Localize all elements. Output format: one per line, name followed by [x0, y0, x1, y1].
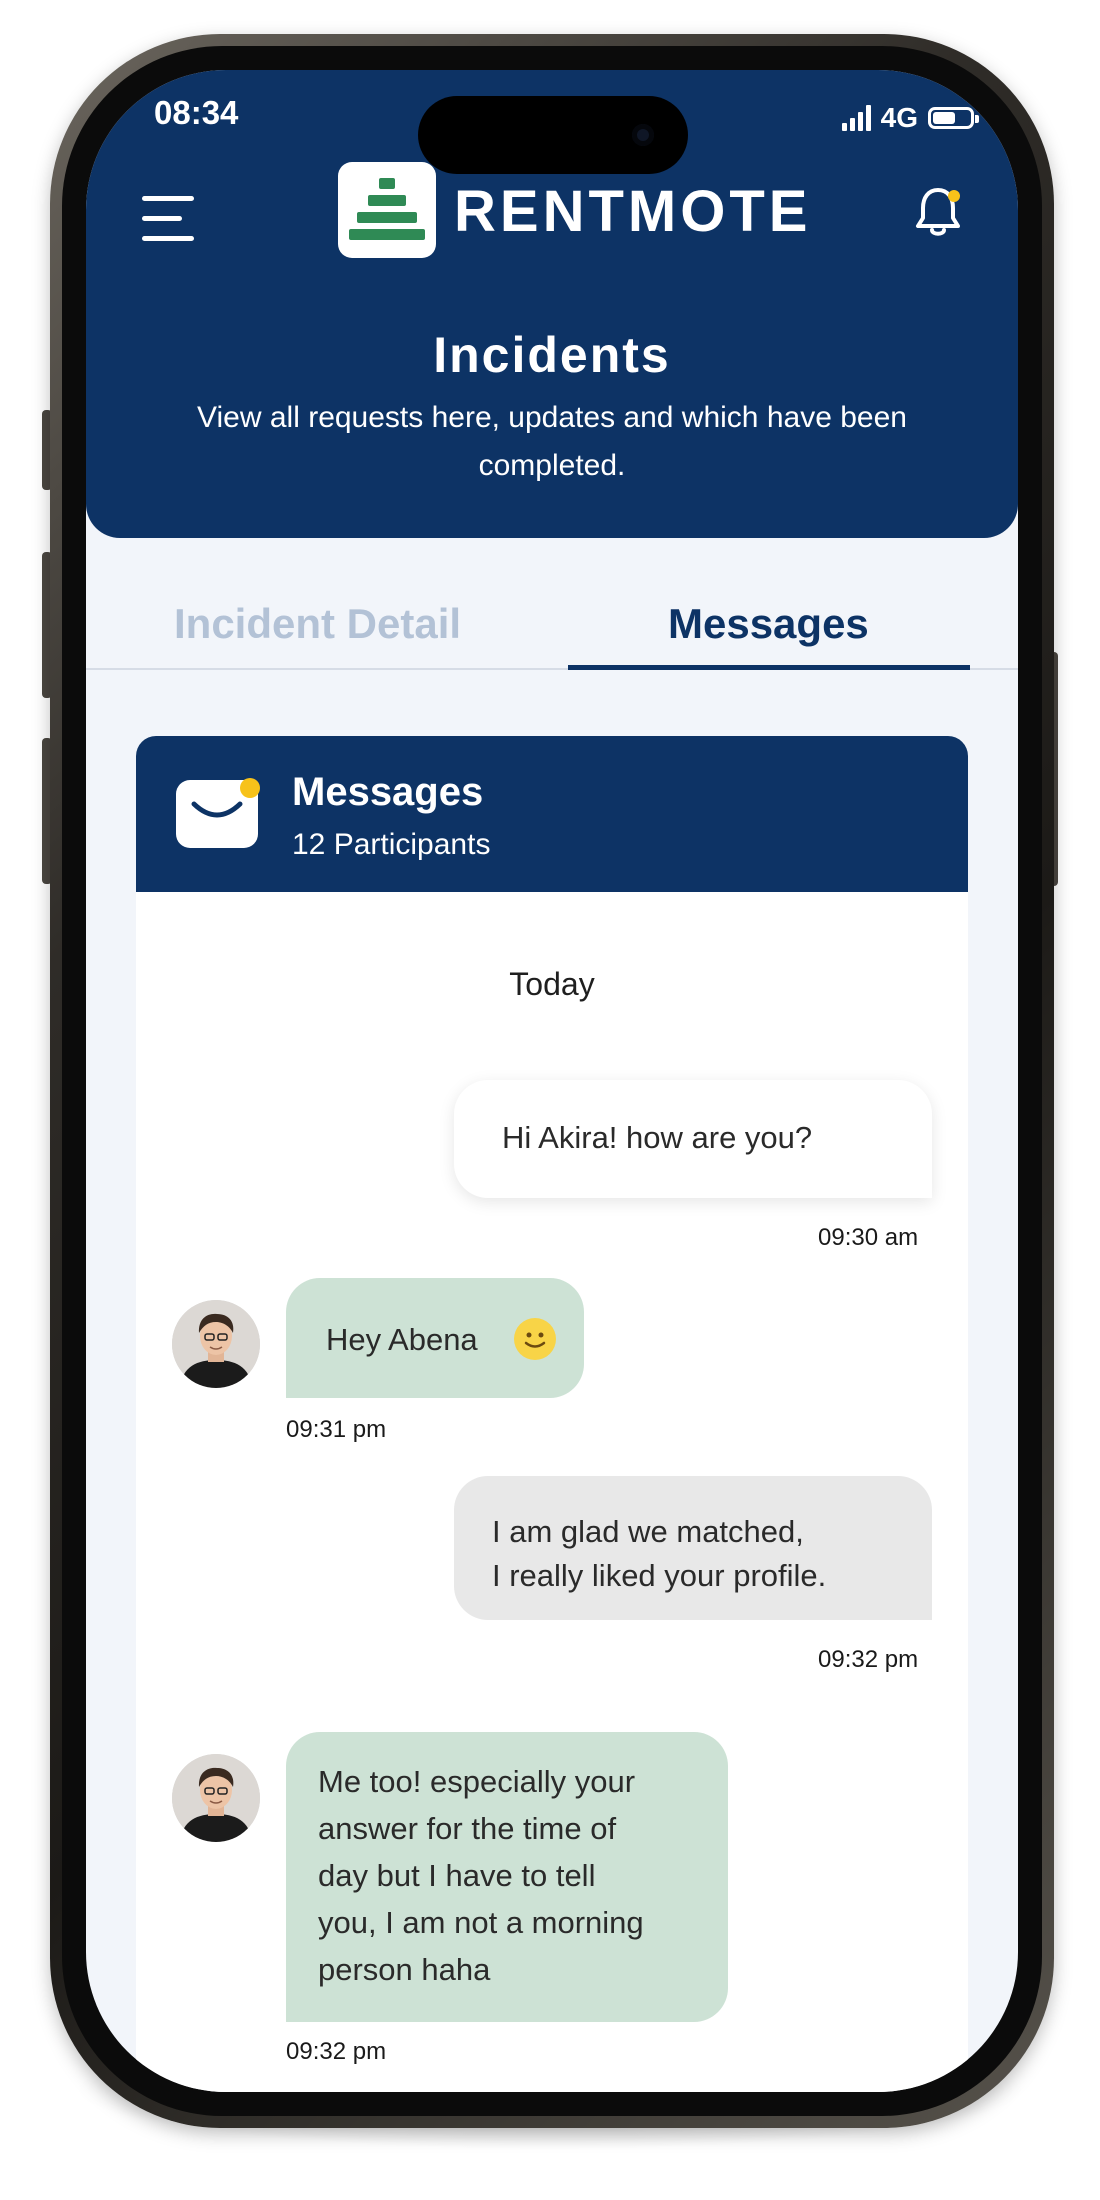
day-separator: Today — [509, 966, 595, 1002]
tab-messages[interactable]: Messages — [668, 600, 869, 648]
battery-icon — [928, 107, 979, 129]
message-text-line: I really liked your profile. — [492, 1558, 827, 1593]
message-text-line: answer for the time of — [318, 1811, 617, 1846]
message-timestamp: 09:32 pm — [286, 2038, 387, 2065]
dynamic-island — [418, 96, 688, 174]
hamburger-menu-icon[interactable] — [142, 194, 194, 242]
message-timestamp: 09:31 pm — [286, 1416, 387, 1443]
message-text: Hi Akira! how are you? — [502, 1120, 813, 1155]
message-text-line: person haha — [318, 1952, 491, 1987]
incoming-message: Hey Abena — [286, 1278, 584, 1398]
tab-incident-detail[interactable]: Incident Detail — [174, 600, 461, 648]
phone-screen: 08:34 4G RENTMOTE Incidents View all req… — [86, 70, 1018, 2092]
app-header: 08:34 4G RENTMOTE Incidents View all req… — [86, 70, 1018, 538]
outgoing-message: I am glad we matched, I really liked you… — [454, 1476, 932, 1620]
participants-count: 12 Participants — [292, 828, 491, 861]
status-bar-indicators: 4G — [841, 100, 979, 136]
messages-card-title: Messages — [292, 770, 484, 814]
front-camera-icon — [632, 124, 654, 146]
tab-bar: Incident Detail Messages — [86, 538, 1018, 672]
rentmote-logo-icon — [338, 162, 436, 258]
brand-name: RENTMOTE — [454, 179, 812, 244]
incoming-message: Me too! especially your answer for the t… — [286, 1732, 728, 2022]
notification-bell-icon[interactable] — [914, 184, 966, 240]
active-tab-indicator — [568, 665, 970, 670]
network-type: 4G — [880, 102, 918, 133]
message-text-line: I am glad we matched, — [492, 1514, 804, 1549]
cellular-signal-icon — [841, 105, 871, 131]
unread-dot-icon — [240, 778, 260, 798]
page-title: Incidents — [433, 327, 671, 383]
status-bar-time: 08:34 — [154, 94, 239, 131]
message-text-line: day but I have to tell — [318, 1858, 596, 1893]
mail-icon — [176, 778, 260, 848]
slightly-smiling-face-icon — [514, 1318, 556, 1360]
message-text: Hey Abena — [326, 1322, 478, 1357]
outgoing-message: Hi Akira! how are you? — [454, 1080, 932, 1198]
messages-card-header: Messages 12 Participants — [136, 736, 968, 892]
message-timestamp: 09:30 am — [818, 1224, 919, 1251]
avatar[interactable] — [172, 1300, 260, 1388]
page-subtitle: View all requests here, updates and whic… — [197, 401, 907, 482]
avatar[interactable] — [172, 1754, 260, 1842]
messages-card: Messages 12 Participants Today Hi Akira!… — [136, 736, 968, 2092]
message-timestamp: 09:32 pm — [818, 1646, 919, 1673]
message-text-line: Me too! especially your — [318, 1764, 636, 1799]
message-text-line: you, I am not a morning — [318, 1905, 644, 1940]
